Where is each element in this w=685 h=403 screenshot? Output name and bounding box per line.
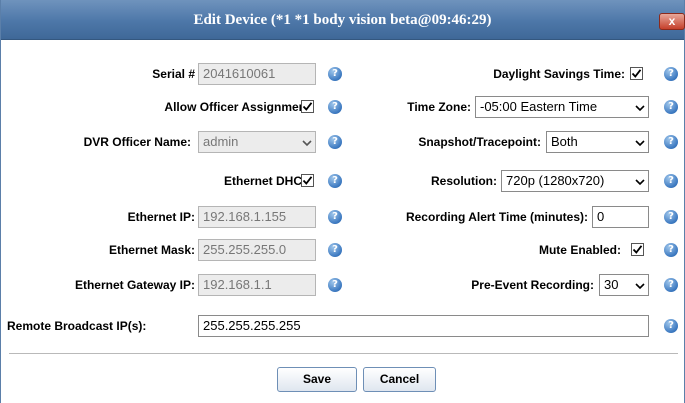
checkmark-icon [631, 69, 642, 78]
timezone-select[interactable]: -05:00 Eastern Time [475, 96, 649, 118]
dvr-officer-label: DVR Officer Name: [83, 135, 191, 149]
chevron-down-icon [635, 140, 645, 147]
ethernet-gateway-label: Ethernet Gateway IP: [74, 278, 195, 292]
serial-label: Serial # [152, 67, 195, 81]
dst-checkbox[interactable] [630, 67, 643, 80]
pre-event-label: Pre-Event Recording: [471, 278, 594, 292]
ethernet-mask-help-icon[interactable]: ? [328, 243, 342, 257]
checkmark-icon [632, 245, 643, 254]
dvr-officer-help-icon[interactable]: ? [328, 135, 342, 149]
chevron-down-icon [635, 283, 645, 290]
ethernet-ip-label: Ethernet IP: [127, 210, 195, 224]
remote-broadcast-help-icon[interactable]: ? [664, 319, 678, 333]
resolution-select[interactable]: 720p (1280x720) [501, 170, 649, 192]
row-officer-timezone: Allow Officer Assignment: ? Time Zone: -… [1, 94, 684, 120]
allow-officer-checkbox[interactable] [301, 100, 314, 113]
ethernet-gateway-help-icon[interactable]: ? [328, 278, 342, 292]
timezone-value: -05:00 Eastern Time [480, 99, 598, 114]
resolution-label: Resolution: [431, 174, 497, 188]
ethernet-mask-label: Ethernet Mask: [108, 243, 195, 257]
allow-officer-help-icon[interactable]: ? [328, 100, 342, 114]
close-icon: x [668, 14, 676, 28]
save-button[interactable]: Save [277, 367, 357, 392]
cancel-button[interactable]: Cancel [363, 367, 436, 392]
timezone-label: Time Zone: [407, 100, 471, 114]
pre-event-select[interactable]: 30 [599, 274, 649, 296]
close-button[interactable]: x [659, 13, 685, 30]
chevron-down-icon [302, 140, 312, 147]
recording-alert-label: Recording Alert Time (minutes): [405, 210, 588, 224]
recording-alert-help-icon[interactable]: ? [664, 210, 678, 224]
remote-broadcast-input[interactable]: 255.255.255.255 [198, 315, 649, 337]
ethernet-dhcp-checkbox[interactable] [301, 174, 314, 187]
pre-event-help-icon[interactable]: ? [664, 278, 678, 292]
row-remote-broadcast: Remote Broadcast IP(s): 255.255.255.255 … [1, 313, 684, 339]
ethernet-gateway-field: 192.168.1.1 [198, 274, 316, 296]
row-dvr-snapshot: DVR Officer Name: admin ? Snapshot/Trace… [1, 129, 684, 155]
checkmark-icon [302, 102, 313, 111]
footer-divider [9, 353, 678, 354]
allow-officer-label: Allow Officer Assignment: [164, 100, 314, 114]
checkmark-icon [302, 176, 313, 185]
snapshot-help-icon[interactable]: ? [664, 135, 678, 149]
row-ip-alert: Ethernet IP: 192.168.1.155 ? Recording A… [1, 204, 684, 230]
snapshot-label: Snapshot/Tracepoint: [418, 135, 541, 149]
timezone-help-icon[interactable]: ? [664, 100, 678, 114]
mute-label: Mute Enabled: [538, 243, 621, 257]
ethernet-dhcp-help-icon[interactable]: ? [328, 174, 342, 188]
resolution-help-icon[interactable]: ? [664, 174, 678, 188]
row-dhcp-resolution: Ethernet DHCP: ? Resolution: 720p (1280x… [1, 168, 684, 194]
serial-field: 2041610061 [198, 63, 316, 85]
mute-help-icon[interactable]: ? [664, 243, 678, 257]
row-mask-mute: Ethernet Mask: 255.255.255.0 ? Mute Enab… [1, 237, 684, 263]
dst-help-icon[interactable]: ? [664, 67, 678, 81]
recording-alert-input[interactable]: 0 [592, 206, 649, 228]
dvr-officer-select: admin [198, 131, 316, 153]
dialog-title: Edit Device (*1 *1 body vision beta@09:4… [193, 12, 492, 28]
row-serial: Serial # 2041610061 ? Daylight Savings T… [1, 61, 684, 87]
ethernet-ip-help-icon[interactable]: ? [328, 210, 342, 224]
dst-label: Daylight Savings Time: [493, 67, 625, 81]
snapshot-value: Both [551, 134, 578, 149]
ethernet-ip-field: 192.168.1.155 [198, 206, 316, 228]
ethernet-mask-field: 255.255.255.0 [198, 239, 316, 261]
chevron-down-icon [635, 179, 645, 186]
mute-checkbox[interactable] [631, 243, 644, 256]
row-gateway-preevent: Ethernet Gateway IP: 192.168.1.1 ? Pre-E… [1, 272, 684, 298]
chevron-down-icon [635, 105, 645, 112]
dialog-titlebar[interactable]: Edit Device (*1 *1 body vision beta@09:4… [1, 0, 685, 40]
pre-event-value: 30 [604, 277, 619, 292]
snapshot-select[interactable]: Both [546, 131, 649, 153]
dvr-officer-value: admin [203, 134, 239, 149]
remote-broadcast-label: Remote Broadcast IP(s): [7, 319, 147, 333]
serial-help-icon[interactable]: ? [328, 67, 342, 81]
edit-device-dialog: Edit Device (*1 *1 body vision beta@09:4… [0, 0, 685, 403]
resolution-value: 720p (1280x720) [506, 173, 605, 188]
